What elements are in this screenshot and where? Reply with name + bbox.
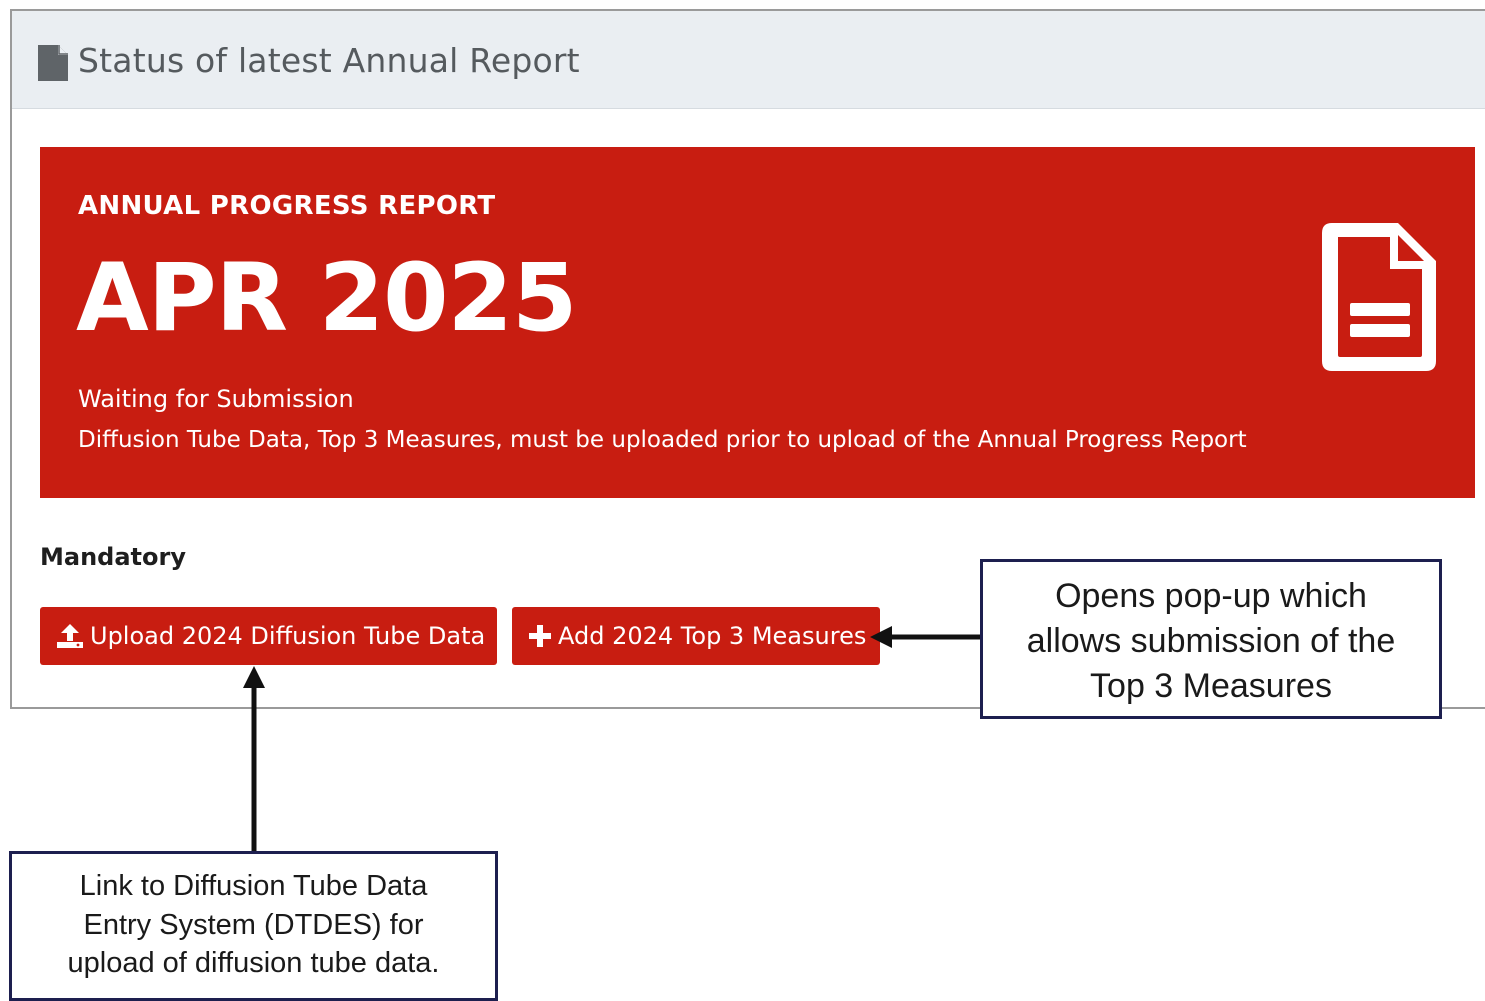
arrow-to-upload-button (243, 666, 265, 852)
callout-line: Entry System (DTDES) for (83, 908, 424, 941)
callout-arrows (243, 626, 982, 852)
dtdes-link-callout: Link to Diffusion Tube Data Entry System… (9, 851, 498, 1001)
callout-line: Link to Diffusion Tube Data (79, 870, 428, 902)
top-3-measures-callout: Opens pop-up which allows submission of … (980, 559, 1442, 719)
arrow-to-add-button (870, 626, 982, 648)
callout-line: Opens pop-up which (1055, 577, 1367, 615)
callout-line: upload of diffusion tube data. (67, 947, 440, 979)
callout-line: allows submission of the (1026, 622, 1396, 660)
callout-line: Top 3 Measures (1090, 667, 1332, 705)
